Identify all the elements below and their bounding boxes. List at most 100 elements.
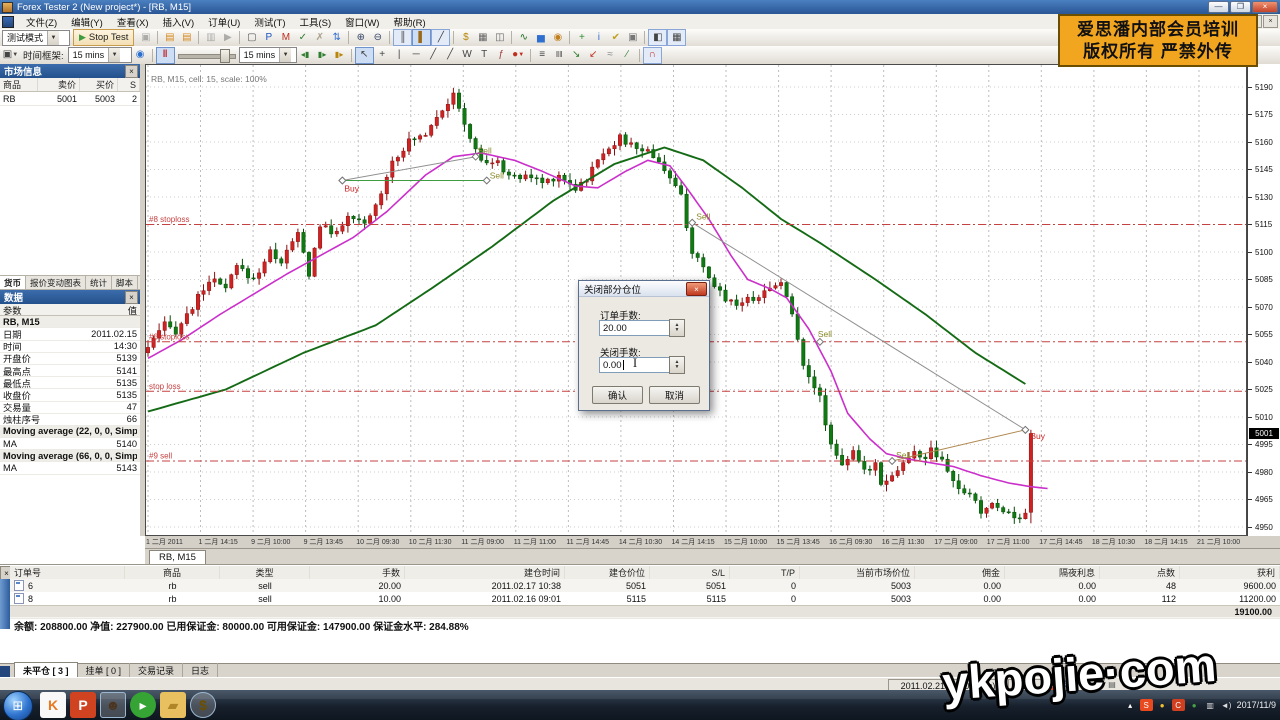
tray-expand-icon[interactable]: ▴	[1124, 699, 1137, 711]
text-tool[interactable]: T	[476, 48, 493, 63]
tray-volume-icon[interactable]: ◄)	[1220, 699, 1233, 711]
sort-icon[interactable]: ⇅	[328, 30, 345, 45]
market-tab-1[interactable]: 报价变动图表	[26, 276, 86, 289]
order-lots-input[interactable]: 20.00	[599, 320, 674, 336]
orders-col-3[interactable]: 手数	[310, 566, 405, 579]
speed-slider[interactable]	[178, 49, 236, 61]
speed-dropdown[interactable]: 15 mins ▼	[239, 47, 297, 63]
menu-item-0[interactable]: 文件(Z)	[19, 14, 64, 30]
close-icon[interactable]: ×	[125, 65, 138, 78]
camera-icon[interactable]: ▣	[624, 30, 641, 45]
zoom-out-icon[interactable]: ⊖	[369, 30, 386, 45]
magnet-tool[interactable]: ∩	[643, 47, 662, 64]
layout-icon[interactable]: ◧	[648, 29, 667, 46]
market-tab-2[interactable]: 统计	[86, 276, 112, 289]
color-dropdown[interactable]: ●▼	[510, 48, 527, 63]
candle-mode-icon[interactable]: ▌	[412, 29, 431, 46]
tray-c-icon[interactable]: C	[1172, 699, 1185, 711]
add-indicator-icon[interactable]: +	[573, 30, 590, 45]
step-candle-icon[interactable]: ▮▸	[314, 48, 331, 63]
menu-item-2[interactable]: 查看(X)	[110, 14, 156, 30]
taskbar-k-app-icon[interactable]: K	[40, 692, 66, 718]
wave-tool[interactable]: W	[459, 48, 476, 63]
alert-icon[interactable]: ◉	[549, 30, 566, 45]
note-icon[interactable]: ▢	[243, 30, 260, 45]
bottom-tab-2[interactable]: 交易记录	[130, 663, 183, 678]
menu-item-4[interactable]: 订单(U)	[201, 14, 247, 30]
pencil-tool[interactable]: ∕	[619, 48, 636, 63]
taskbar-forex-tester-icon[interactable]: $	[190, 692, 216, 718]
bar-mode-icon[interactable]: ║	[393, 29, 412, 46]
step-back-icon[interactable]: ◂▮	[297, 48, 314, 63]
menu-item-7[interactable]: 窗口(W)	[338, 14, 386, 30]
cancel-button[interactable]: 取消	[649, 386, 700, 404]
vlines-tool[interactable]: ‖‖	[551, 48, 568, 63]
taskbar-folder-icon[interactable]: ▰	[160, 692, 186, 718]
menu-item-1[interactable]: 编辑(Y)	[64, 14, 110, 30]
menu-item-3[interactable]: 插入(V)	[155, 14, 201, 30]
new-chart-icon[interactable]: ▣▼	[2, 48, 19, 63]
pointer-tool[interactable]: ↖	[355, 47, 374, 64]
start-button[interactable]: ⊞	[3, 691, 33, 720]
windows-icon[interactable]: ◫	[491, 30, 508, 45]
market-row[interactable]: RB500150032	[0, 92, 140, 106]
tray-dot-yellow-icon[interactable]: ●	[1156, 699, 1169, 711]
dialog-title-bar[interactable]: 关闭部分仓位 ×	[579, 281, 709, 297]
slider-thumb[interactable]	[220, 49, 230, 63]
check-icon[interactable]: ✓	[294, 30, 311, 45]
line-mode-icon[interactable]: ╱	[431, 29, 450, 46]
dialog-close-icon[interactable]: ×	[686, 282, 707, 296]
table-row[interactable]: 8rbsell10.002011.02.16 09:01511551150500…	[10, 592, 1280, 606]
bottom-tab-3[interactable]: 日志	[183, 663, 218, 678]
orders-col-4[interactable]: 建仓时间	[405, 566, 565, 579]
tray-dot-green-icon[interactable]: ●	[1188, 699, 1201, 711]
zoom-in-icon[interactable]: ⊕	[352, 30, 369, 45]
histogram-icon[interactable]: ▅	[532, 30, 549, 45]
tray-sogou-icon[interactable]: S	[1140, 699, 1153, 711]
jump-icon[interactable]: ▶	[219, 30, 236, 45]
taskbar-powerpoint-icon[interactable]: P	[70, 692, 96, 718]
indicator-icon[interactable]: ∿	[515, 30, 532, 45]
vertical-line-tool[interactable]: |	[391, 48, 408, 63]
mdi-close-button[interactable]: ×	[1263, 15, 1278, 28]
money-icon[interactable]: $	[457, 30, 474, 45]
orders-col-7[interactable]: T/P	[730, 566, 800, 579]
market-tab-0[interactable]: 货币	[0, 276, 26, 289]
arrow-up-tool[interactable]: ↙	[585, 48, 602, 63]
taskbar-avatar-icon[interactable]: ☻	[100, 692, 126, 718]
stop-test-button[interactable]: ▶ Stop Test	[73, 29, 134, 46]
arrow-down-tool[interactable]: ↘	[568, 48, 585, 63]
orders-col-11[interactable]: 点数	[1100, 566, 1180, 579]
orders-col-6[interactable]: S/L	[650, 566, 730, 579]
market-tab-3[interactable]: 脚本	[112, 276, 138, 289]
pause-button[interactable]: ‖	[156, 47, 175, 64]
timeframe-dropdown[interactable]: 15 mins ▼	[68, 47, 132, 63]
confirm-icon[interactable]: ✔	[607, 30, 624, 45]
table-row[interactable]: 6rbsell20.002011.02.17 10:38505150510500…	[10, 579, 1280, 593]
close-icon[interactable]: ×	[125, 291, 138, 304]
grid-icon[interactable]: ▦	[667, 29, 686, 46]
fibonacci-tool[interactable]: ƒ	[493, 48, 510, 63]
pivot-icon[interactable]: P	[260, 30, 277, 45]
menu-item-5[interactable]: 测试(T)	[247, 14, 292, 30]
duplicate-icon[interactable]: ▥	[202, 30, 219, 45]
orders-col-8[interactable]: 当前市场价位	[800, 566, 915, 579]
order-lots-spinner[interactable]: ▲▼	[669, 319, 685, 337]
crosshair-tool[interactable]: +	[374, 48, 391, 63]
orders-col-5[interactable]: 建仓价位	[565, 566, 650, 579]
open-chart-icon[interactable]: ▣	[137, 30, 154, 45]
paste-icon[interactable]: ▤	[178, 30, 195, 45]
orders-col-12[interactable]: 获利	[1180, 566, 1280, 579]
taskbar-360-browser-icon[interactable]: ▸	[130, 692, 156, 718]
close-button[interactable]: ×	[1252, 1, 1278, 13]
hlines-tool[interactable]: ≡	[534, 48, 551, 63]
price-axis[interactable]: 5190517551605145513051155100508550705055…	[1247, 64, 1280, 536]
bottom-tab-1[interactable]: 挂单 [ 0 ]	[78, 663, 131, 678]
bottom-tab-0[interactable]: 未平仓 [ 3 ]	[14, 662, 78, 678]
orders-col-2[interactable]: 类型	[220, 566, 310, 579]
orders-icon[interactable]: ▦	[474, 30, 491, 45]
ray-tool[interactable]: ╱	[442, 48, 459, 63]
maximize-button[interactable]: ❐	[1230, 1, 1251, 13]
confirm-button[interactable]: 确认	[592, 386, 643, 404]
copy-icon[interactable]: ▤	[161, 30, 178, 45]
